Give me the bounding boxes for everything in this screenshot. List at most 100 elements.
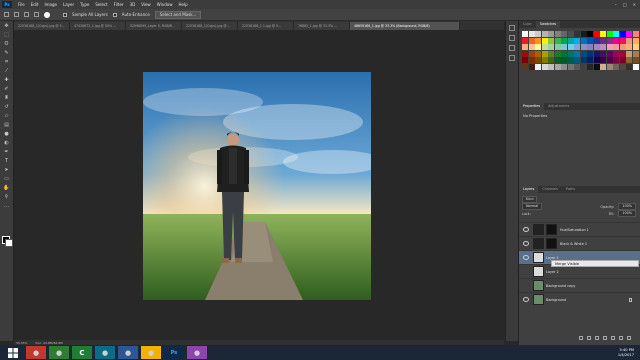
color-swatch[interactable] bbox=[535, 37, 541, 44]
color-swatch[interactable] bbox=[554, 50, 561, 57]
color-swatch[interactable] bbox=[587, 44, 593, 50]
hand-tool-icon[interactable]: ✋ bbox=[3, 185, 10, 191]
color-swatch[interactable] bbox=[541, 63, 548, 70]
taskbar-app-icon[interactable]: ● bbox=[141, 346, 161, 359]
paragraph-panel-icon[interactable] bbox=[509, 45, 515, 51]
color-swatch[interactable] bbox=[528, 31, 535, 37]
layer-filter-kind[interactable]: Kind bbox=[522, 196, 538, 203]
color-swatch[interactable] bbox=[574, 57, 580, 63]
color-swatch[interactable] bbox=[600, 63, 606, 70]
new-adjustment-icon[interactable] bbox=[603, 336, 607, 340]
color-swatch[interactable] bbox=[613, 50, 619, 57]
color-swatch[interactable] bbox=[541, 37, 548, 44]
layer-mask-thumbnail[interactable] bbox=[546, 224, 557, 235]
color-swatch[interactable] bbox=[535, 44, 541, 50]
color-swatch[interactable] bbox=[522, 63, 528, 70]
new-group-icon[interactable] bbox=[611, 336, 615, 340]
menu-file[interactable]: File bbox=[18, 2, 25, 7]
color-swatch[interactable] bbox=[606, 50, 613, 57]
color-swatch[interactable] bbox=[528, 50, 535, 57]
maximize-icon[interactable]: □ bbox=[623, 2, 627, 7]
minimize-icon[interactable]: – bbox=[615, 2, 617, 7]
zoom-level[interactable]: 33.33% bbox=[16, 341, 27, 345]
tab-adjustments[interactable]: Adjustments bbox=[544, 103, 573, 110]
color-swatch[interactable] bbox=[561, 57, 567, 63]
subtract-selection-icon[interactable] bbox=[34, 12, 39, 17]
opacity-field[interactable]: 100% bbox=[618, 203, 636, 210]
shape-tool-icon[interactable]: ▭ bbox=[3, 176, 10, 182]
document-tab[interactable]: 52598099_Layer 0, RGB/8... bbox=[126, 22, 182, 30]
color-swatch[interactable] bbox=[626, 50, 632, 57]
color-swatch[interactable] bbox=[548, 37, 554, 44]
color-swatch[interactable] bbox=[606, 31, 613, 37]
color-swatch[interactable] bbox=[535, 57, 541, 63]
marquee-tool-icon[interactable]: ⬚ bbox=[3, 32, 10, 38]
color-swatch[interactable] bbox=[554, 37, 561, 44]
crop-tool-icon[interactable]: ⌗ bbox=[3, 59, 10, 65]
color-swatch[interactable] bbox=[587, 50, 593, 57]
menu-select[interactable]: Select bbox=[95, 2, 107, 7]
color-swatch[interactable] bbox=[567, 31, 574, 37]
color-swatch[interactable] bbox=[606, 44, 613, 50]
color-swatch[interactable] bbox=[606, 63, 613, 70]
color-swatch[interactable] bbox=[593, 44, 600, 50]
color-swatch[interactable] bbox=[567, 57, 574, 63]
color-swatch[interactable] bbox=[541, 57, 548, 63]
layer-mask-thumbnail[interactable] bbox=[546, 238, 557, 249]
tab-paths[interactable]: Paths bbox=[562, 186, 579, 193]
color-swatch[interactable] bbox=[561, 63, 567, 70]
color-swatch[interactable] bbox=[561, 31, 567, 37]
color-swatch[interactable] bbox=[580, 63, 587, 70]
color-swatch[interactable] bbox=[528, 44, 535, 50]
color-swatch[interactable] bbox=[541, 50, 548, 57]
color-swatch[interactable] bbox=[613, 31, 619, 37]
path-selection-tool-icon[interactable]: ➤ bbox=[3, 167, 10, 173]
color-swatch[interactable] bbox=[587, 63, 593, 70]
document-canvas[interactable] bbox=[143, 72, 371, 300]
pen-tool-icon[interactable]: ✒ bbox=[3, 149, 10, 155]
menu-image[interactable]: Image bbox=[44, 2, 57, 7]
color-swatch[interactable] bbox=[554, 63, 561, 70]
color-swatch[interactable] bbox=[548, 31, 554, 37]
color-swatch[interactable] bbox=[626, 44, 632, 50]
color-swatch[interactable] bbox=[567, 44, 574, 50]
color-swatch[interactable] bbox=[548, 50, 554, 57]
document-tab-active[interactable]: 48659186_1.jpg @ 33.3% (Background, RGB/… bbox=[350, 22, 460, 30]
fill-field[interactable]: 100% bbox=[618, 210, 636, 217]
color-swatch[interactable] bbox=[613, 37, 619, 44]
color-swatch[interactable] bbox=[567, 50, 574, 57]
link-layers-icon[interactable] bbox=[579, 336, 583, 340]
color-swatch[interactable] bbox=[541, 44, 548, 50]
color-swatch[interactable] bbox=[606, 37, 613, 44]
color-swatch[interactable] bbox=[528, 57, 535, 63]
add-mask-icon[interactable] bbox=[595, 336, 599, 340]
tab-layers[interactable]: Layers bbox=[519, 186, 539, 193]
color-swatch[interactable] bbox=[593, 50, 600, 57]
auto-enhance-checkbox[interactable] bbox=[112, 12, 117, 17]
type-tool-icon[interactable]: T bbox=[3, 158, 10, 164]
color-swatch[interactable] bbox=[632, 50, 639, 57]
history-panel-icon[interactable] bbox=[509, 25, 515, 31]
eraser-tool-icon[interactable]: ▱ bbox=[3, 113, 10, 119]
color-swatch[interactable] bbox=[574, 31, 580, 37]
background-color-swatch[interactable] bbox=[5, 239, 13, 247]
color-swatch[interactable] bbox=[580, 31, 587, 37]
move-tool-icon[interactable]: ✥ bbox=[3, 23, 10, 29]
visibility-eye-icon[interactable] bbox=[523, 241, 529, 246]
color-swatch[interactable] bbox=[613, 44, 619, 50]
color-swatch[interactable] bbox=[587, 31, 593, 37]
dodge-tool-icon[interactable]: ◐ bbox=[3, 140, 10, 146]
color-swatch[interactable] bbox=[522, 44, 528, 50]
color-swatch[interactable] bbox=[600, 31, 606, 37]
color-swatch[interactable] bbox=[619, 37, 626, 44]
color-swatch[interactable] bbox=[626, 63, 632, 70]
color-swatch[interactable] bbox=[548, 57, 554, 63]
color-swatch[interactable] bbox=[535, 63, 541, 70]
color-swatch[interactable] bbox=[548, 63, 554, 70]
color-swatch[interactable] bbox=[580, 50, 587, 57]
taskbar-app-icon[interactable]: ● bbox=[49, 346, 69, 359]
lasso-tool-icon[interactable]: ʘ bbox=[3, 41, 10, 47]
system-clock[interactable]: 5:40 PM 1/4/2017 bbox=[618, 348, 634, 358]
color-swatch[interactable] bbox=[528, 63, 535, 70]
color-swatch[interactable] bbox=[626, 57, 632, 63]
